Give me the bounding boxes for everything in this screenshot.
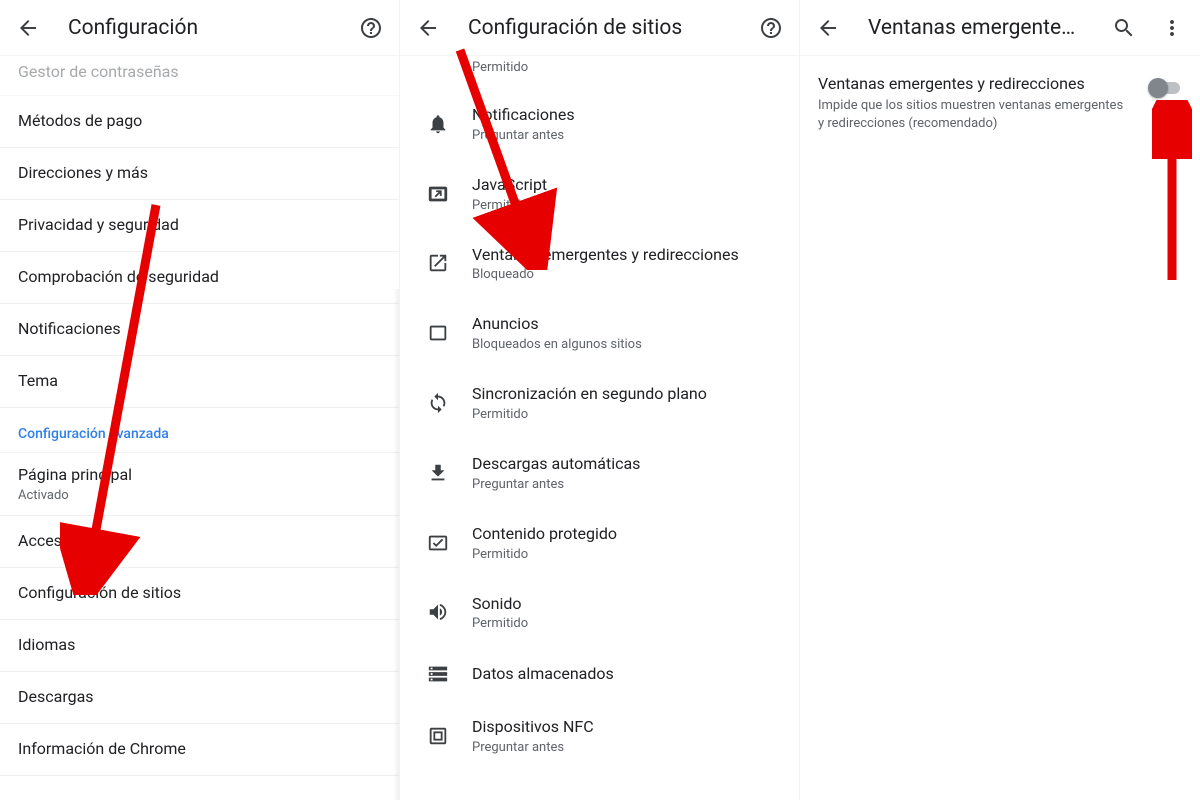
appbar-popups: Ventanas emergente… xyxy=(800,0,1200,56)
settings-list[interactable]: Gestor de contraseñas Métodos de pago Di… xyxy=(0,56,399,800)
search-button[interactable] xyxy=(1100,4,1148,52)
row-label: Idiomas xyxy=(18,635,75,656)
settings-row-privacy[interactable]: Privacidad y seguridad xyxy=(0,200,399,252)
row-label: Tema xyxy=(18,371,58,392)
storage-icon xyxy=(427,663,449,685)
settings-row-safety[interactable]: Comprobación de seguridad xyxy=(0,252,399,304)
help-button[interactable] xyxy=(347,4,395,52)
row-label: Sincronización en segundo plano xyxy=(472,384,707,405)
row-sublabel: Bloqueados en algunos sitios xyxy=(472,337,642,352)
switch-thumb xyxy=(1148,78,1168,98)
settings-row-theme[interactable]: Tema xyxy=(0,356,399,408)
row-sublabel: Preguntar antes xyxy=(472,477,640,492)
row-label: Ventanas emergentes y redirecciones xyxy=(472,245,739,266)
more-vert-icon xyxy=(1160,16,1184,40)
row-label: Anuncios xyxy=(472,314,642,335)
row-label: Contenido protegido xyxy=(472,524,617,545)
appbar-title: Configuración xyxy=(68,16,347,40)
site-row-popups[interactable]: Ventanas emergentes y redireccionesBloqu… xyxy=(400,229,799,299)
back-button[interactable] xyxy=(4,4,52,52)
row-label: Dispositivos NFC xyxy=(472,717,594,738)
row-sublabel: Activado xyxy=(18,488,132,503)
more-button[interactable] xyxy=(1148,4,1196,52)
row-label: Comprobación de seguridad xyxy=(18,267,219,288)
popups-panel: Ventanas emergente… Ventanas emergentes … xyxy=(800,0,1200,800)
help-icon xyxy=(359,16,383,40)
row-sublabel: Permitido xyxy=(472,407,707,422)
row-sublabel: Permitido xyxy=(472,198,547,213)
settings-row-payment[interactable]: Métodos de pago xyxy=(0,96,399,148)
row-label: Configuración de sitios xyxy=(18,583,181,604)
settings-row-homepage[interactable]: Página principal Activado xyxy=(0,453,399,516)
row-label: Métodos de pago xyxy=(18,111,142,132)
download-icon xyxy=(427,462,449,484)
sound-icon xyxy=(427,601,449,623)
popups-switch[interactable] xyxy=(1148,78,1182,98)
settings-row-cut[interactable]: Gestor de contraseñas xyxy=(0,56,399,96)
site-row-javascript[interactable]: JavaScript Permitido xyxy=(400,159,799,229)
toggle-label: Ventanas emergentes y redirecciones xyxy=(818,74,1132,93)
row-sublabel: Permitido xyxy=(472,616,528,631)
appbar-title: Ventanas emergente… xyxy=(868,16,1100,40)
search-icon xyxy=(1112,16,1136,40)
section-advanced-label: Configuración avanzada xyxy=(0,408,399,453)
site-settings-list[interactable]: Permitido NotificacionesPreguntar antes … xyxy=(400,56,799,800)
settings-row-about[interactable]: Información de Chrome xyxy=(0,724,399,776)
row-label: Página principal xyxy=(18,465,132,486)
arrow-back-icon xyxy=(416,16,440,40)
row-label: Privacidad y seguridad xyxy=(18,215,179,236)
settings-row-addresses[interactable]: Direcciones y más xyxy=(0,148,399,200)
arrow-back-icon xyxy=(16,16,40,40)
popup-icon xyxy=(427,252,449,274)
site-row-protected-content[interactable]: Contenido protegido Permitido xyxy=(400,508,799,578)
settings-row-languages[interactable]: Idiomas xyxy=(0,620,399,672)
row-sublabel-cut: Permitido xyxy=(400,56,799,89)
nfc-icon xyxy=(427,725,449,747)
row-label: Accesibilidad xyxy=(18,531,113,552)
toggle-description: Impide que los sitios muestren ventanas … xyxy=(818,97,1132,132)
sync-icon xyxy=(427,392,449,414)
site-row-sound[interactable]: SonidoPermitido xyxy=(400,578,799,648)
row-label: Notificaciones xyxy=(472,105,575,126)
site-row-stored-data[interactable]: Datos almacenados xyxy=(400,647,799,701)
row-sublabel: Bloqueado xyxy=(472,267,739,282)
row-label: Direcciones y más xyxy=(18,163,148,184)
row-label: Descargas automáticas xyxy=(472,454,640,475)
settings-row-accessibility[interactable]: Accesibilidad xyxy=(0,516,399,568)
site-row-nfc[interactable]: Dispositivos NFC Preguntar antes xyxy=(400,701,799,771)
row-label: Información de Chrome xyxy=(18,739,186,760)
help-icon xyxy=(759,16,783,40)
row-label: Notificaciones xyxy=(18,319,121,340)
row-sublabel: Preguntar antes xyxy=(472,740,594,755)
settings-row-downloads[interactable]: Descargas xyxy=(0,672,399,724)
bell-icon xyxy=(427,113,449,135)
javascript-icon xyxy=(427,183,449,205)
settings-row-notifications[interactable]: Notificaciones xyxy=(0,304,399,356)
site-row-auto-downloads[interactable]: Descargas automáticas Preguntar antes xyxy=(400,438,799,508)
arrow-back-icon xyxy=(816,16,840,40)
ads-icon xyxy=(427,322,449,344)
site-row-notifications[interactable]: Notificaciones Preguntar antes xyxy=(400,89,799,159)
row-sublabel: Preguntar antes xyxy=(472,128,575,143)
row-label: Descargas xyxy=(18,687,94,708)
row-label: Datos almacenados xyxy=(472,664,614,685)
settings-row-site-settings[interactable]: Configuración de sitios xyxy=(0,568,399,620)
popups-toggle-row[interactable]: Ventanas emergentes y redirecciones Impi… xyxy=(800,56,1200,132)
site-row-ads[interactable]: Anuncios Bloqueados en algunos sitios xyxy=(400,298,799,368)
site-settings-panel: Configuración de sitios Permitido Notifi… xyxy=(400,0,800,800)
site-row-background-sync[interactable]: Sincronización en segundo plano Permitido xyxy=(400,368,799,438)
appbar-settings: Configuración xyxy=(0,0,399,56)
row-sublabel: Permitido xyxy=(472,547,617,562)
back-button[interactable] xyxy=(404,4,452,52)
appbar-site-settings: Configuración de sitios xyxy=(400,0,799,56)
appbar-title: Configuración de sitios xyxy=(468,16,747,40)
help-button[interactable] xyxy=(747,4,795,52)
back-button[interactable] xyxy=(804,4,852,52)
row-label: JavaScript xyxy=(472,175,547,196)
settings-panel: Configuración Gestor de contraseñas Méto… xyxy=(0,0,400,800)
row-label: Sonido xyxy=(472,594,528,615)
scrollbar-shadow xyxy=(393,289,399,800)
protected-content-icon xyxy=(427,532,449,554)
